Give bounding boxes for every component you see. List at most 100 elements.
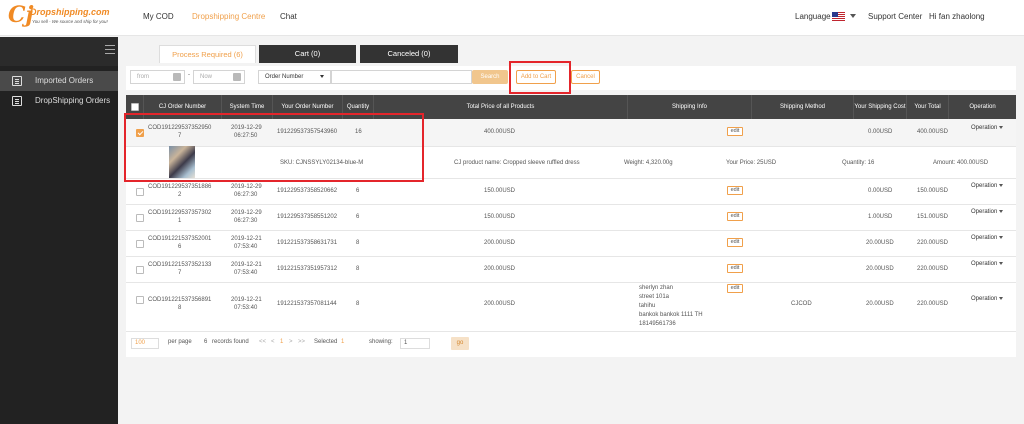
search-input[interactable] bbox=[331, 70, 472, 84]
row-checkbox[interactable] bbox=[136, 266, 144, 274]
your-order-number: 191221537351957312 bbox=[277, 266, 338, 272]
operation-dropdown[interactable]: Operation bbox=[971, 235, 1003, 241]
your-order-number: 191221537358631731 bbox=[277, 240, 338, 246]
total-price: 400.00USD bbox=[484, 129, 516, 135]
your-total: 151.00USD bbox=[917, 214, 949, 220]
quantity: 6 bbox=[356, 188, 360, 194]
pagination-bar: 100 per page 6 records found << < 1 > >>… bbox=[126, 332, 1016, 357]
records-label: records found bbox=[212, 339, 249, 345]
detail-your-price: Your Price: 25USD bbox=[726, 160, 777, 166]
date-to-input[interactable]: Now bbox=[193, 70, 245, 84]
table-row[interactable]: COD191229537357302 1 2019-12-29 06:27:30… bbox=[126, 205, 1016, 231]
sidebar-item-label: DropShipping Orders bbox=[35, 96, 111, 105]
shipping-cost: 1.00USD bbox=[868, 214, 893, 220]
date-to-placeholder: Now bbox=[200, 74, 213, 80]
sidebar-item-dropshipping-orders[interactable]: DropShipping Orders bbox=[0, 91, 118, 111]
menu-icon[interactable] bbox=[105, 45, 115, 54]
language-label[interactable]: Language bbox=[795, 12, 831, 21]
edit-shipping-button[interactable]: edit bbox=[727, 284, 743, 293]
edit-shipping-button[interactable]: edit bbox=[727, 127, 743, 136]
operation-dropdown[interactable]: Operation bbox=[971, 183, 1003, 189]
row-checkbox[interactable] bbox=[136, 214, 144, 222]
operation-dropdown[interactable]: Operation bbox=[971, 261, 1003, 267]
last-page-button[interactable]: >> bbox=[298, 339, 305, 345]
edit-shipping-button[interactable]: edit bbox=[727, 212, 743, 221]
col-shipping-method[interactable]: Shipping Method bbox=[752, 95, 854, 119]
calendar-icon[interactable] bbox=[233, 73, 241, 81]
operation-dropdown[interactable]: Operation bbox=[971, 296, 1003, 302]
edit-shipping-button[interactable]: edit bbox=[727, 238, 743, 247]
row-checkbox[interactable] bbox=[136, 296, 144, 304]
prev-page-button[interactable]: < bbox=[271, 339, 275, 345]
system-time: 07:53:40 bbox=[234, 305, 258, 311]
add-to-cart-highlight bbox=[509, 61, 571, 94]
your-order-number: 191229537358551202 bbox=[277, 214, 338, 220]
cj-order-number: COD191221537352001 bbox=[148, 236, 212, 242]
search-button[interactable]: Search bbox=[472, 70, 508, 84]
chevron-down-icon[interactable] bbox=[850, 14, 856, 18]
quantity: 6 bbox=[356, 214, 360, 220]
support-center-link[interactable]: Support Center bbox=[868, 12, 922, 21]
go-button[interactable]: go bbox=[451, 337, 469, 350]
sidebar-item-imported-orders[interactable]: Imported Orders bbox=[0, 71, 118, 91]
user-greeting[interactable]: Hi fan zhaolong bbox=[929, 12, 985, 21]
tab-canceled[interactable]: Canceled (0) bbox=[360, 45, 458, 63]
shipping-cost: 20.00USD bbox=[866, 301, 894, 307]
shipping-cost: 0.00USD bbox=[868, 188, 893, 194]
row-checkbox[interactable] bbox=[136, 188, 144, 196]
cj-order-number: COD191221537352133 bbox=[148, 262, 212, 268]
detail-weight: Weight: 4,320.00g bbox=[624, 160, 673, 166]
orders-icon bbox=[12, 96, 22, 106]
table-row[interactable]: COD191221537352001 6 2019-12-21 07:53:40… bbox=[126, 231, 1016, 257]
quantity: 8 bbox=[356, 240, 360, 246]
field-select[interactable]: Order Number bbox=[258, 70, 331, 84]
operation-dropdown[interactable]: Operation bbox=[971, 209, 1003, 215]
system-time: 06:27:30 bbox=[234, 192, 258, 198]
table-row[interactable]: COD191229537351886 2 2019-12-29 06:27:30… bbox=[126, 179, 1016, 205]
nav-chat[interactable]: Chat bbox=[280, 12, 297, 21]
showing-label: showing: bbox=[369, 339, 393, 345]
cj-order-number: COD191229537351886 bbox=[148, 184, 212, 190]
tab-cart[interactable]: Cart (0) bbox=[259, 45, 356, 63]
current-page[interactable]: 1 bbox=[280, 339, 283, 345]
sidebar-header bbox=[0, 37, 118, 66]
total-price: 200.00USD bbox=[484, 240, 516, 246]
system-date: 2019-12-21 bbox=[231, 236, 262, 242]
nav-dropshipping-centre[interactable]: Dropshipping Centre bbox=[192, 12, 265, 21]
us-flag-icon[interactable] bbox=[832, 12, 845, 21]
cj-order-number-suffix: 2 bbox=[178, 192, 182, 198]
col-your-total[interactable]: Your Total bbox=[907, 95, 949, 119]
operation-dropdown[interactable]: Operation bbox=[971, 125, 1003, 131]
select-all-checkbox[interactable] bbox=[130, 103, 139, 111]
date-from-input[interactable]: from bbox=[130, 70, 185, 84]
calendar-icon[interactable] bbox=[173, 73, 181, 81]
per-page-label: per page bbox=[168, 339, 192, 345]
system-date: 2019-12-21 bbox=[231, 297, 262, 303]
page-jump-input[interactable]: 1 bbox=[400, 338, 430, 349]
shipping-cost: 20.00USD bbox=[866, 266, 894, 272]
ship-info-street: street 101a bbox=[639, 294, 670, 300]
cj-order-number: COD191221537356891 bbox=[148, 297, 212, 303]
edit-shipping-button[interactable]: edit bbox=[727, 264, 743, 273]
col-shipping-cost[interactable]: Your Shipping Cost bbox=[854, 95, 907, 119]
table-row[interactable]: COD191221537356891 8 2019-12-21 07:53:40… bbox=[126, 283, 1016, 332]
first-page-button[interactable]: << bbox=[259, 339, 266, 345]
table-row[interactable]: COD191221537352133 7 2019-12-21 07:53:40… bbox=[126, 257, 1016, 283]
next-page-button[interactable]: > bbox=[289, 339, 293, 345]
date-from-placeholder: from bbox=[137, 74, 149, 80]
col-shipping-info[interactable]: Shipping Info bbox=[628, 95, 752, 119]
total-price: 150.00USD bbox=[484, 214, 516, 220]
tab-process-required[interactable]: Process Required (6) bbox=[159, 45, 256, 63]
your-total: 220.00USD bbox=[917, 240, 949, 246]
nav-my-cod[interactable]: My COD bbox=[143, 12, 174, 21]
field-select-value: Order Number bbox=[265, 74, 304, 80]
system-time: 06:27:30 bbox=[234, 218, 258, 224]
col-operation[interactable]: Operation bbox=[949, 95, 1016, 119]
logo[interactable]: Cj Dropshipping.com You sell - We source… bbox=[8, 4, 120, 30]
cancel-button[interactable]: Cancel bbox=[571, 70, 600, 84]
sidebar-item-label: Imported Orders bbox=[35, 76, 94, 85]
cj-order-number-suffix: 7 bbox=[178, 270, 182, 276]
edit-shipping-button[interactable]: edit bbox=[727, 186, 743, 195]
per-page-select[interactable]: 100 bbox=[131, 338, 159, 349]
row-checkbox[interactable] bbox=[136, 240, 144, 248]
